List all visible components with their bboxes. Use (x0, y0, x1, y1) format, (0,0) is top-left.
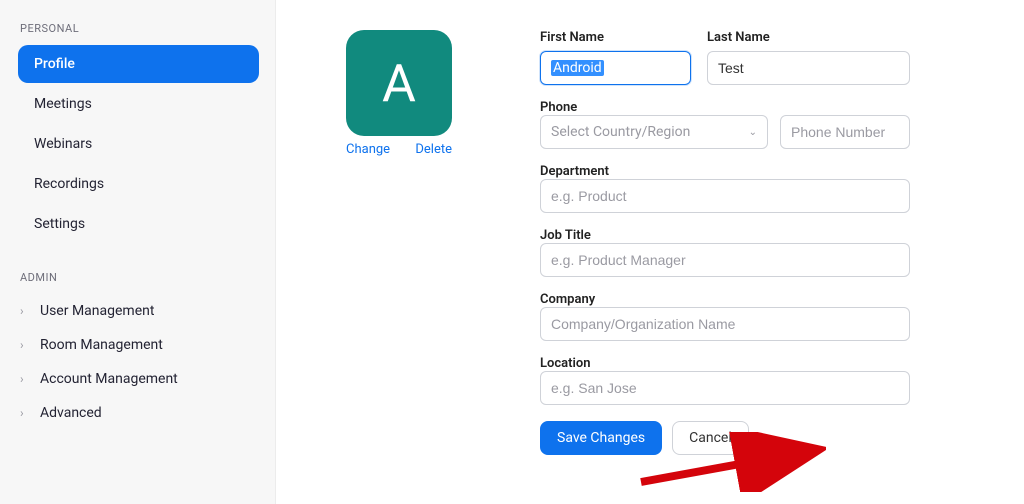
chevron-down-icon: ⌄ (749, 127, 757, 138)
avatar[interactable]: A (346, 30, 452, 136)
sidebar-item-label: Profile (34, 56, 75, 72)
avatar-block: A Change Delete (344, 30, 454, 455)
sidebar-item-recordings[interactable]: Recordings (18, 165, 259, 203)
country-region-select[interactable]: Select Country/Region ⌄ (540, 115, 768, 149)
sidebar-item-label: Room Management (40, 337, 163, 353)
last-name-label: Last Name (707, 30, 910, 45)
sidebar-item-label: Account Management (40, 371, 178, 387)
sidebar: PERSONAL Profile Meetings Webinars Recor… (0, 0, 276, 504)
sidebar-item-room-management[interactable]: › Room Management (18, 328, 259, 362)
sidebar-section-admin: ADMIN (18, 271, 259, 284)
phone-label: Phone (540, 100, 577, 115)
sidebar-item-label: Advanced (40, 405, 102, 421)
avatar-letter: A (382, 53, 416, 114)
first-name-field[interactable]: Android (540, 51, 691, 85)
chevron-right-icon: › (20, 406, 32, 420)
department-field[interactable] (540, 179, 910, 213)
select-placeholder: Select Country/Region (551, 124, 690, 140)
chevron-right-icon: › (20, 338, 32, 352)
sidebar-item-label: Webinars (34, 136, 92, 152)
company-field[interactable] (540, 307, 910, 341)
save-changes-button[interactable]: Save Changes (540, 421, 662, 455)
sidebar-item-profile[interactable]: Profile (18, 45, 259, 83)
last-name-field[interactable] (707, 51, 910, 85)
sidebar-item-label: User Management (40, 303, 154, 319)
button-label: Save Changes (557, 430, 645, 446)
cancel-button[interactable]: Cancel (672, 421, 749, 455)
sidebar-item-advanced[interactable]: › Advanced (18, 396, 259, 430)
sidebar-item-label: Meetings (34, 96, 92, 112)
sidebar-item-user-management[interactable]: › User Management (18, 294, 259, 328)
chevron-right-icon: › (20, 372, 32, 386)
sidebar-item-account-management[interactable]: › Account Management (18, 362, 259, 396)
button-label: Cancel (689, 430, 732, 446)
chevron-right-icon: › (20, 304, 32, 318)
location-field[interactable] (540, 371, 910, 405)
company-label: Company (540, 292, 595, 307)
main-content: A Change Delete First Name Android (276, 0, 1024, 504)
sidebar-item-label: Recordings (34, 176, 104, 192)
sidebar-section-personal: PERSONAL (18, 22, 259, 35)
sidebar-item-webinars[interactable]: Webinars (18, 125, 259, 163)
phone-number-field[interactable] (780, 115, 910, 149)
sidebar-item-label: Settings (34, 216, 85, 232)
avatar-delete-link[interactable]: Delete (415, 142, 452, 157)
location-label: Location (540, 356, 591, 371)
avatar-change-link[interactable]: Change (346, 142, 390, 157)
sidebar-item-meetings[interactable]: Meetings (18, 85, 259, 123)
department-label: Department (540, 164, 609, 179)
first-name-value: Android (551, 60, 604, 76)
job-title-field[interactable] (540, 243, 910, 277)
first-name-label: First Name (540, 30, 691, 45)
job-title-label: Job Title (540, 228, 591, 243)
profile-form: First Name Android Last Name Phone (540, 30, 910, 455)
sidebar-item-settings[interactable]: Settings (18, 205, 259, 243)
